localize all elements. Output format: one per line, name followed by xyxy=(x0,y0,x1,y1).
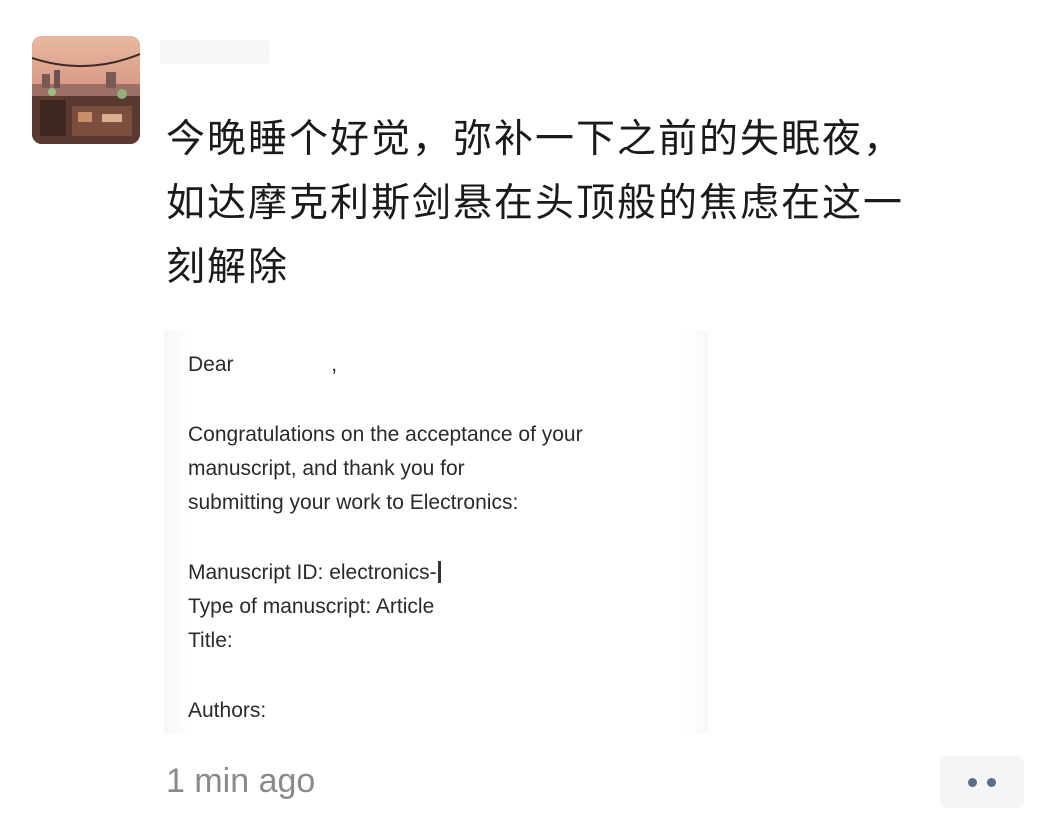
post-text: 今晚睡个好觉，弥补一下之前的失眠夜， 如达摩克利斯剑悬在头顶般的焦虑在这一 刻解… xyxy=(166,108,1026,300)
avatar[interactable] xyxy=(32,36,140,144)
email-greeting-comma: , xyxy=(331,353,338,376)
avatar-image xyxy=(32,36,140,144)
text-cursor-mark xyxy=(437,561,441,583)
more-actions-button[interactable] xyxy=(940,756,1024,808)
post-text-line: 今晚睡个好觉，弥补一下之前的失眠夜， xyxy=(166,117,905,162)
manuscript-type-line: Type of manuscript: Article xyxy=(188,595,435,618)
redacted-name xyxy=(239,353,325,371)
post-text-line: 刻解除 xyxy=(166,245,290,290)
manuscript-title-label: Title: xyxy=(188,629,233,652)
moments-post: 今晚睡个好觉，弥补一下之前的失眠夜， 如达摩克利斯剑悬在头顶般的焦虑在这一 刻解… xyxy=(0,0,1050,828)
manuscript-authors-label: Authors: xyxy=(188,699,267,722)
email-greeting: Dear , xyxy=(188,348,688,382)
email-greeting-word: Dear xyxy=(188,353,234,376)
manuscript-id-line: Manuscript ID: electronics- xyxy=(188,556,688,590)
manuscript-id-label: Manuscript ID: electronics- xyxy=(188,561,437,584)
post-text-line: 如达摩克利斯剑悬在头顶般的焦虑在这一 xyxy=(166,181,905,226)
email-content: Dear , Congratulations on the acceptance… xyxy=(188,348,688,728)
email-body-line: manuscript, and thank you for xyxy=(188,457,465,480)
email-body-line: Congratulations on the acceptance of you… xyxy=(188,423,583,446)
username[interactable] xyxy=(160,40,270,64)
attached-image[interactable]: Dear , Congratulations on the acceptance… xyxy=(164,330,708,734)
more-dots-icon xyxy=(968,777,977,787)
more-dots-icon xyxy=(987,777,996,787)
post-timestamp: 1 min ago xyxy=(166,762,316,800)
email-body-line: submitting your work to Electronics: xyxy=(188,491,519,514)
